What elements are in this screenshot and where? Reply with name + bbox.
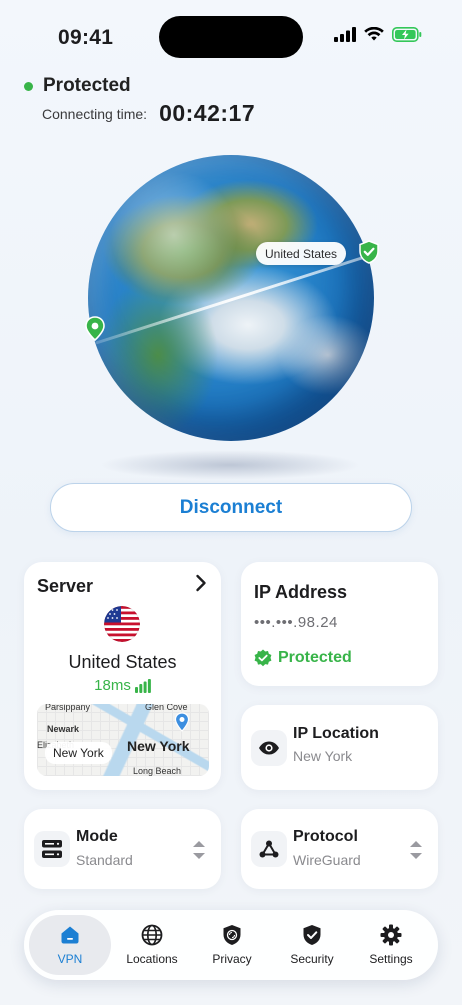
eye-icon: [259, 741, 279, 755]
tab-security[interactable]: Security: [271, 915, 353, 975]
protected-badge-icon: [254, 649, 272, 667]
map-label: Newark: [47, 724, 80, 734]
up-down-chevron-icon[interactable]: [408, 839, 424, 861]
map-city-pill: New York: [45, 742, 112, 764]
home-icon: [61, 926, 79, 944]
map-pin-icon: [174, 712, 190, 732]
eye-icon-box: [251, 730, 287, 766]
destination-label: United States: [256, 242, 347, 265]
mode-icon-box: [34, 831, 70, 867]
mode-title: Mode: [76, 828, 118, 845]
disconnect-button[interactable]: Disconnect: [50, 483, 412, 532]
map-label: Parsippany: [45, 704, 91, 712]
ip-address-card[interactable]: IP Address •••.•••.98.24 Protected: [241, 562, 438, 686]
tab-settings[interactable]: Settings: [350, 915, 432, 975]
ip-status: Protected: [254, 649, 352, 667]
up-down-chevron-icon[interactable]: [191, 839, 207, 861]
protocol-value: WireGuard: [293, 852, 361, 868]
secure-shield-icon: [359, 240, 379, 264]
tab-locations[interactable]: Locations: [111, 915, 193, 975]
map-city-label: New York: [127, 738, 190, 754]
tab-bar: VPN Locations Privacy Security Settings: [24, 910, 438, 980]
tab-label: Privacy: [212, 952, 252, 966]
signal-bars-icon: [134, 678, 151, 693]
protocol-title: Protocol: [293, 828, 358, 845]
tab-label: Locations: [126, 952, 178, 966]
security-shield-icon: [303, 925, 321, 945]
chevron-right-icon[interactable]: [195, 574, 207, 592]
server-map[interactable]: Parsippany Glen Cove Newark Elizabeth Lo…: [37, 704, 209, 776]
ip-address-value: •••.•••.98.24: [254, 614, 338, 631]
protocol-card[interactable]: Protocol WireGuard: [241, 809, 438, 889]
ip-status-text: Protected: [278, 649, 352, 666]
server-country: United States: [68, 652, 177, 672]
ping-row: 18ms: [24, 677, 221, 694]
tab-vpn[interactable]: VPN: [29, 915, 111, 975]
tab-label: Security: [290, 952, 334, 966]
server-card[interactable]: Server United States 18ms Parsippany Gle…: [24, 562, 221, 790]
gear-icon: [380, 924, 402, 946]
privacy-shield-icon: [223, 925, 241, 945]
server-stack-icon: [42, 840, 62, 858]
ip-address-title: IP Address: [254, 582, 348, 602]
connection-beam: [95, 254, 369, 345]
mode-card[interactable]: Mode Standard: [24, 809, 221, 889]
server-title: Server: [37, 576, 94, 596]
map-label: Glen Cove: [145, 704, 188, 712]
us-flag-icon: [104, 606, 140, 642]
ip-location-value: New York: [293, 748, 353, 764]
ping-value: 18ms: [94, 677, 131, 694]
tab-privacy[interactable]: Privacy: [191, 915, 273, 975]
origin-pin-icon: [85, 316, 105, 342]
ip-location-card[interactable]: IP Location New York: [241, 705, 438, 790]
map-label: Long Beach: [133, 766, 182, 776]
globe-icon: [141, 924, 163, 946]
network-nodes-icon: [259, 840, 279, 858]
ip-location-title: IP Location: [293, 725, 379, 742]
mode-value: Standard: [76, 852, 133, 868]
tab-label: VPN: [57, 952, 83, 966]
protocol-icon-box: [251, 831, 287, 867]
tab-label: Settings: [369, 952, 413, 966]
